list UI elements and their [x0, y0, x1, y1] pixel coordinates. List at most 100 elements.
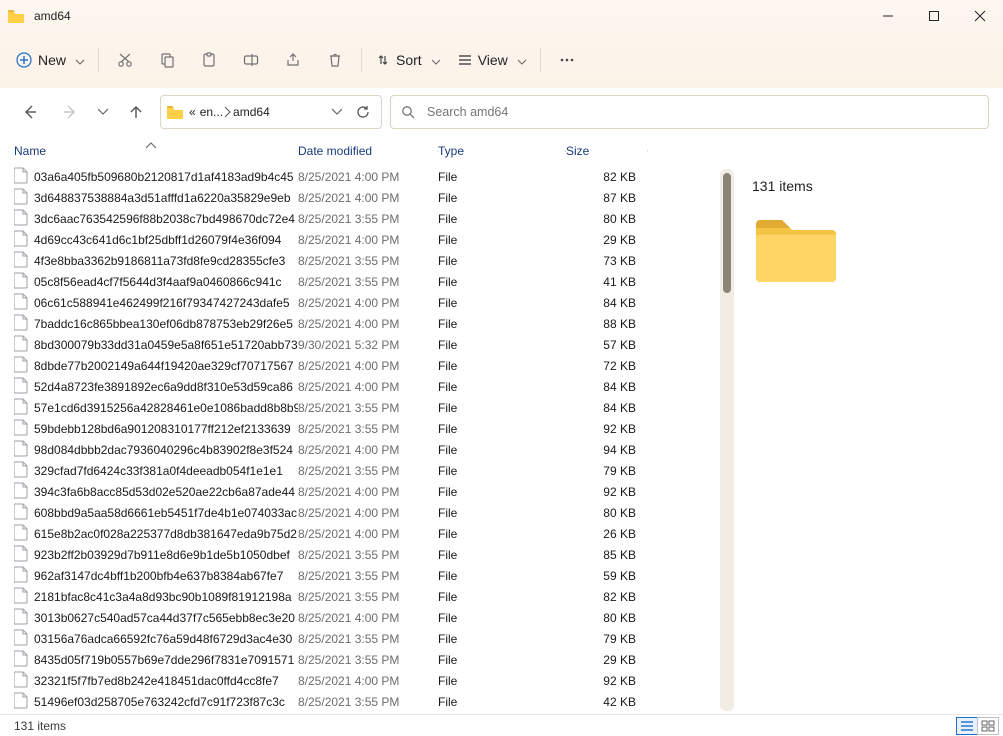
file-date: 8/25/2021 3:55 PM [298, 695, 438, 709]
file-row[interactable]: 3d648837538884a3d51afffd1a6220a35829e9eb… [0, 187, 720, 208]
file-row[interactable]: 32321f5f7fb7ed8b242e418451dac0ffd4cc8fe7… [0, 670, 720, 691]
file-size: 92 KB [566, 674, 648, 688]
file-size: 87 KB [566, 191, 648, 205]
file-row[interactable]: 8435d05f719b0557b69e7dde296f7831e7091571… [0, 649, 720, 670]
column-header-type[interactable]: Type [438, 144, 566, 158]
file-row[interactable]: 98d084dbbb2dac7936040296c4b83902f8e3f524… [0, 439, 720, 460]
view-thumbnails-toggle[interactable] [977, 717, 999, 735]
column-header-size[interactable]: Size [566, 144, 648, 158]
file-name: 32321f5f7fb7ed8b242e418451dac0ffd4cc8fe7 [34, 674, 279, 688]
file-row[interactable]: 923b2ff2b03929d7b911e8d6e9b1de5b1050dbef… [0, 544, 720, 565]
file-row[interactable]: 3013b0627c540ad57ca44d37f7c565ebb8ec3e20… [0, 607, 720, 628]
file-row[interactable]: 394c3fa6b8acc85d53d02e520ae22cb6a87ade44… [0, 481, 720, 502]
file-row[interactable]: 52d4a8723fe3891892ec6a9dd8f310e53d59ca86… [0, 376, 720, 397]
share-button[interactable] [273, 42, 313, 78]
column-header-date[interactable]: Date modified [298, 144, 438, 158]
forward-button[interactable] [54, 96, 86, 128]
file-row[interactable]: 3dc6aac763542596f88b2038c7bd498670dc72e4… [0, 208, 720, 229]
file-row[interactable]: 03a6a405fb509680b2120817d1af4183ad9b4c45… [0, 166, 720, 187]
file-row[interactable]: 4d69cc43c641d6c1bf25dbff1d26079f4e36f094… [0, 229, 720, 250]
folder-icon [167, 105, 183, 119]
scrollbar-thumb[interactable] [723, 173, 731, 293]
file-name: 59bdebb128bd6a901208310177ff212ef2133639 [34, 422, 291, 436]
file-date: 8/25/2021 3:55 PM [298, 212, 438, 226]
file-icon [14, 251, 28, 270]
close-button[interactable] [957, 0, 1003, 32]
file-type: File [438, 590, 566, 604]
address-bar[interactable]: « en... amd64 [160, 95, 382, 129]
rename-button[interactable] [231, 42, 271, 78]
details-view-icon [961, 721, 973, 731]
file-row[interactable]: 03156a76adca66592fc76a59d48f6729d3ac4e30… [0, 628, 720, 649]
back-button[interactable] [14, 96, 46, 128]
view-button[interactable]: View [450, 42, 534, 78]
file-row[interactable]: 06c61c588941e462499f216f79347427243dafe5… [0, 292, 720, 313]
cut-button[interactable] [105, 42, 145, 78]
file-row[interactable]: 05c8f56ead4cf7f5644d3f4aaf9a0460866c941c… [0, 271, 720, 292]
thumbnails-view-icon [982, 721, 994, 731]
file-icon [14, 398, 28, 417]
file-size: 57 KB [566, 338, 648, 352]
file-icon [14, 188, 28, 207]
file-row[interactable]: 8dbde77b2002149a644f19420ae329cf70717567… [0, 355, 720, 376]
file-date: 8/25/2021 3:55 PM [298, 590, 438, 604]
file-row[interactable]: 962af3147dc4bff1b200bfb4e637b8384ab67fe7… [0, 565, 720, 586]
ellipsis-icon [559, 52, 575, 68]
search-input[interactable] [425, 104, 978, 120]
file-row[interactable]: 2181bfac8c41c3a4a8d93bc90b1089f81912198a… [0, 586, 720, 607]
search-box[interactable] [390, 95, 989, 129]
address-history-button[interactable] [327, 109, 347, 115]
recent-locations-button[interactable] [94, 96, 112, 128]
file-name: 608bbd9a5aa58d6661eb5451f7de4b1e074033ac [34, 506, 297, 520]
file-name: 51496ef03d258705e763242cfd7c91f723f87c3c [34, 695, 285, 709]
refresh-icon [356, 105, 370, 119]
chevron-down-icon [518, 52, 526, 68]
file-size: 88 KB [566, 317, 648, 331]
file-size: 59 KB [566, 569, 648, 583]
up-button[interactable] [120, 96, 152, 128]
sort-indicator-icon [146, 138, 156, 152]
file-icon [14, 440, 28, 459]
column-header-name[interactable]: Name [14, 144, 298, 158]
more-button[interactable] [547, 42, 587, 78]
breadcrumb-item[interactable]: amd64 [231, 105, 272, 119]
breadcrumb-item[interactable]: en... [198, 105, 225, 119]
file-name: 615e8b2ac0f028a225377d8db381647eda9b75d2 [34, 527, 297, 541]
file-row[interactable]: 57e1cd6d3915256a42828461e0e1086badd8b8b9… [0, 397, 720, 418]
maximize-button[interactable] [911, 0, 957, 32]
file-icon [14, 566, 28, 585]
minimize-button[interactable] [865, 0, 911, 32]
delete-button[interactable] [315, 42, 355, 78]
file-type: File [438, 443, 566, 457]
file-type: File [438, 611, 566, 625]
sort-button[interactable]: Sort [368, 42, 448, 78]
file-row[interactable]: 8bd300079b33dd31a0459e5a8f651e51720abb73… [0, 334, 720, 355]
file-row[interactable]: 615e8b2ac0f028a225377d8db381647eda9b75d2… [0, 523, 720, 544]
file-list[interactable]: 03a6a405fb509680b2120817d1af4183ad9b4c45… [0, 166, 720, 712]
vertical-scrollbar[interactable] [720, 169, 734, 711]
main-content: 03a6a405fb509680b2120817d1af4183ad9b4c45… [0, 166, 1003, 714]
file-row[interactable]: 608bbd9a5aa58d6661eb5451f7de4b1e074033ac… [0, 502, 720, 523]
file-row[interactable]: 51496ef03d258705e763242cfd7c91f723f87c3c… [0, 691, 720, 712]
breadcrumb-overflow[interactable]: « [187, 105, 198, 119]
new-button[interactable]: New [8, 42, 92, 78]
file-row[interactable]: 7baddc16c865bbea130ef06db878753eb29f26e5… [0, 313, 720, 334]
scissors-icon [117, 52, 133, 68]
view-details-toggle[interactable] [956, 717, 978, 735]
file-size: 73 KB [566, 254, 648, 268]
file-size: 94 KB [566, 443, 648, 457]
file-size: 41 KB [566, 275, 648, 289]
file-type: File [438, 296, 566, 310]
paste-button[interactable] [189, 42, 229, 78]
refresh-button[interactable] [351, 105, 375, 119]
file-row[interactable]: 59bdebb128bd6a901208310177ff212ef2133639… [0, 418, 720, 439]
file-name: 03156a76adca66592fc76a59d48f6729d3ac4e30 [34, 632, 292, 646]
file-date: 8/25/2021 4:00 PM [298, 443, 438, 457]
search-icon [401, 105, 415, 119]
file-row[interactable]: 329cfad7fd6424c33f381a0f4deeadb054f1e1e1… [0, 460, 720, 481]
file-size: 80 KB [566, 506, 648, 520]
copy-button[interactable] [147, 42, 187, 78]
file-row[interactable]: 4f3e8bba3362b9186811a73fd8fe9cd28355cfe3… [0, 250, 720, 271]
file-date: 8/25/2021 3:55 PM [298, 254, 438, 268]
trash-icon [327, 52, 343, 68]
